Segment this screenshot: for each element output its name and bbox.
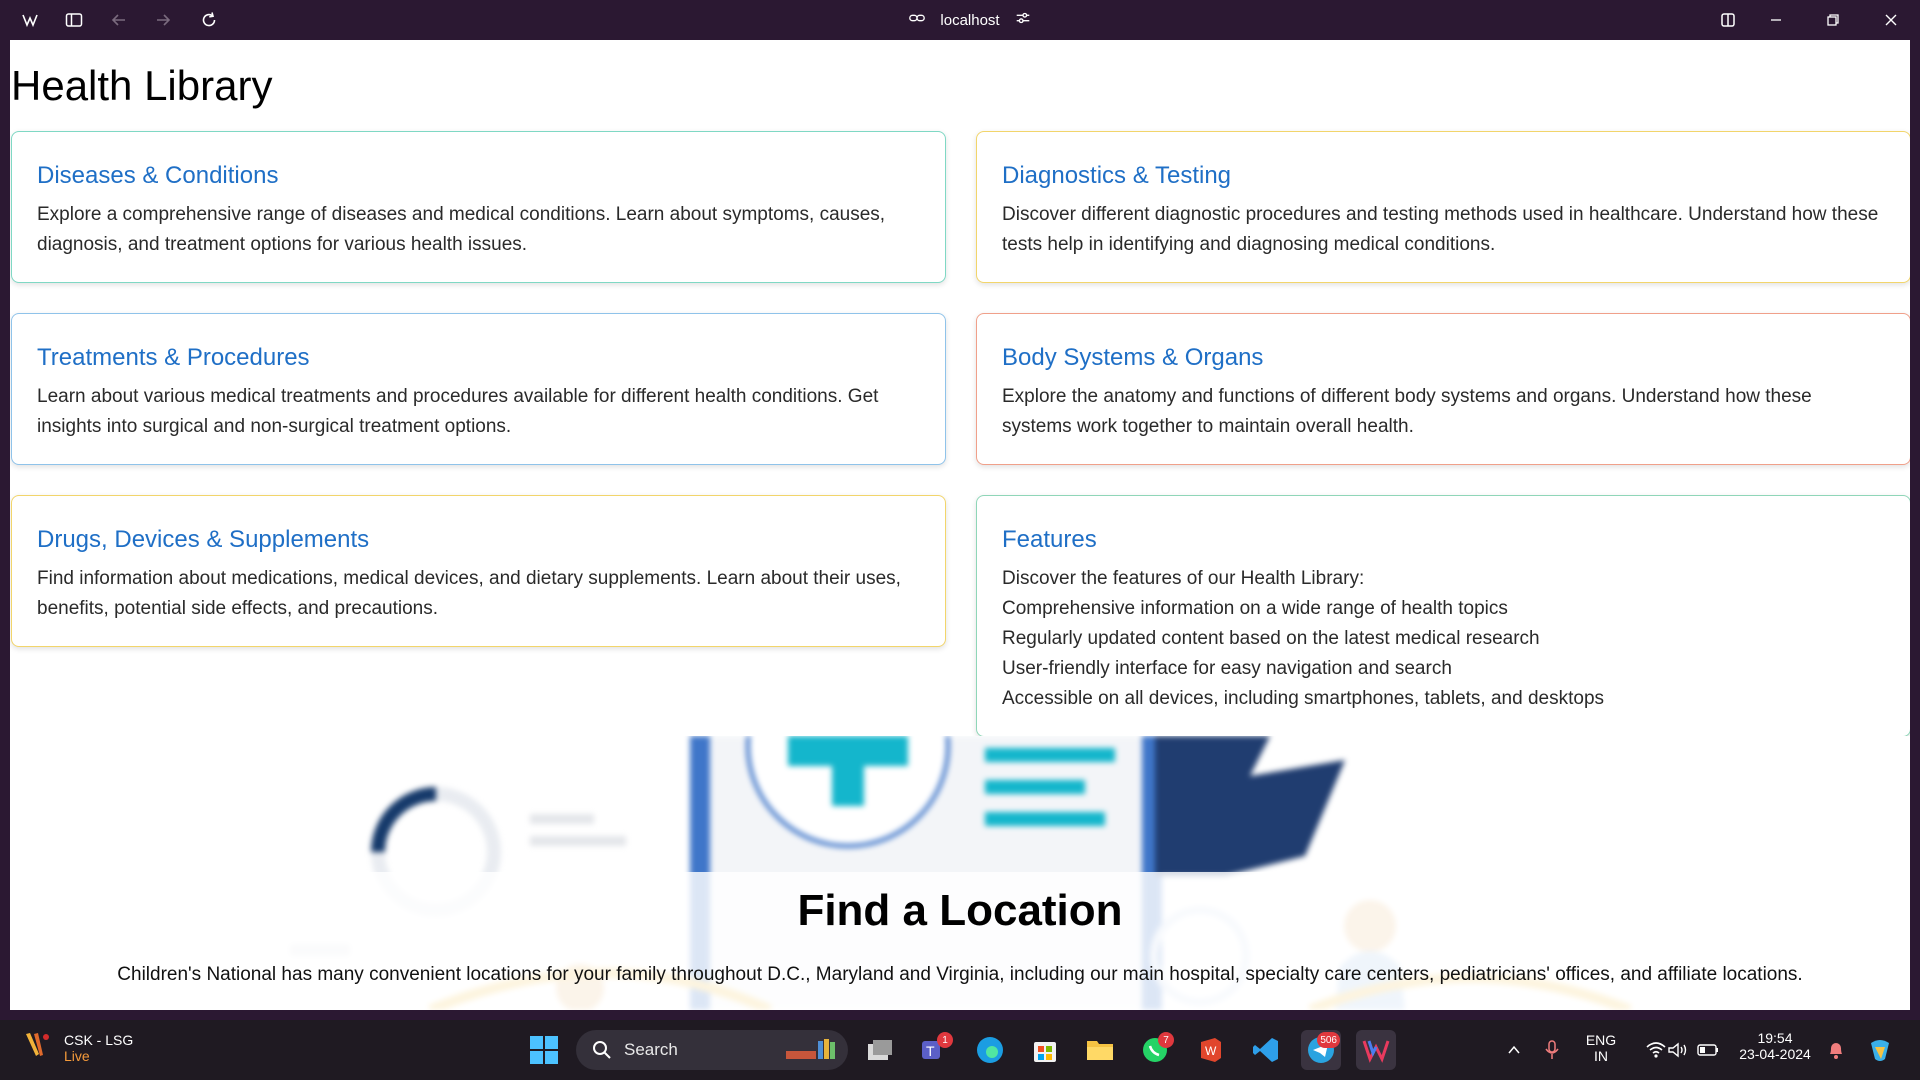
search-label: Search <box>624 1040 678 1059</box>
notification-bell-icon[interactable] <box>1816 1030 1856 1070</box>
card-text: Learn about various medical treatments a… <box>37 386 879 437</box>
restore-icon[interactable] <box>1821 8 1845 32</box>
feature-item: Regularly updated content based on the l… <box>1002 628 1540 649</box>
svg-text:T: T <box>926 1043 935 1059</box>
card-features[interactable]: Features Discover the features of our He… <box>976 495 1910 737</box>
card-diseases-conditions[interactable]: Diseases & Conditions Explore a comprehe… <box>11 131 946 283</box>
browser-toolbar: localhost <box>0 0 1920 40</box>
file-explorer-app[interactable] <box>1080 1030 1120 1070</box>
forward-icon[interactable] <box>151 8 175 32</box>
widget-title: CSK - LSG <box>64 1031 134 1048</box>
card-title[interactable]: Body Systems & Organs <box>1002 344 1885 372</box>
books-icon <box>786 1039 835 1059</box>
browser-app-icon <box>1362 1040 1390 1063</box>
taskbar: CSK - LSG Live Search T 1 7 W 506 ENG IN… <box>0 1020 1920 1080</box>
feature-item: User-friendly interface for easy navigat… <box>1002 658 1452 679</box>
microphone-icon[interactable] <box>1532 1030 1572 1070</box>
search-icon <box>593 1041 611 1059</box>
card-title[interactable]: Drugs, Devices & Supplements <box>37 526 920 554</box>
card-diagnostics-testing[interactable]: Diagnostics & Testing Discover different… <box>976 131 1910 283</box>
task-view-button[interactable] <box>860 1030 900 1070</box>
svg-text:W: W <box>1205 1044 1217 1058</box>
start-button[interactable] <box>524 1030 564 1070</box>
browser-logo-icon[interactable] <box>18 8 42 32</box>
battery-icon[interactable] <box>1688 1030 1728 1070</box>
minimize-icon[interactable] <box>1764 8 1788 32</box>
feature-item: Accessible on all devices, including sma… <box>1002 688 1605 709</box>
cricket-icon <box>22 1030 52 1065</box>
card-text: Explore a comprehensive range of disease… <box>37 204 886 255</box>
office-icon: W <box>1201 1038 1221 1062</box>
taskbar-search[interactable]: Search <box>576 1030 848 1070</box>
notification-badge: 1 <box>937 1032 953 1048</box>
windows-icon <box>530 1036 558 1064</box>
vscode-app[interactable] <box>1246 1030 1286 1070</box>
clock-time: 19:54 <box>1757 1030 1793 1046</box>
edge-icon <box>977 1037 1003 1063</box>
card-title[interactable]: Features <box>1002 526 1885 554</box>
region-code: IN <box>1594 1048 1608 1064</box>
copilot-icon[interactable] <box>1860 1030 1900 1070</box>
folder-icon <box>1087 1041 1113 1060</box>
whatsapp-app[interactable]: 7 <box>1135 1030 1175 1070</box>
card-title[interactable]: Treatments & Procedures <box>37 344 920 372</box>
edge-app[interactable] <box>970 1030 1010 1070</box>
card-body-systems-organs[interactable]: Body Systems & Organs Explore the anatom… <box>976 313 1910 465</box>
card-text: Explore the anatomy and functions of dif… <box>1002 386 1812 437</box>
widget-subtitle: Live <box>64 1047 90 1064</box>
sidebar-toggle-icon[interactable] <box>62 8 86 32</box>
clock-date: 23-04-2024 <box>1739 1046 1811 1062</box>
card-text: Discover different diagnostic procedures… <box>1002 204 1879 255</box>
widget-cricket-score[interactable]: CSK - LSG Live <box>22 1030 133 1065</box>
find-location-section: Find a Location Children's National has … <box>10 736 1910 1010</box>
address-bar[interactable]: localhost <box>880 6 1060 34</box>
store-icon <box>1034 1042 1056 1062</box>
features-list: Comprehensive information on a wide rang… <box>1002 594 1885 714</box>
site-settings-icon[interactable] <box>1014 9 1032 32</box>
find-location-text: Children's National has many convenient … <box>117 964 1803 985</box>
page-title: Health Library <box>11 62 273 109</box>
teams-app[interactable]: T 1 <box>914 1030 954 1070</box>
card-title[interactable]: Diseases & Conditions <box>37 162 920 190</box>
split-view-icon[interactable] <box>1716 8 1740 32</box>
feature-item: Comprehensive information on a wide rang… <box>1002 598 1508 619</box>
tray-overflow-icon[interactable] <box>1494 1030 1534 1070</box>
back-icon[interactable] <box>107 8 131 32</box>
browser-app[interactable] <box>1356 1030 1396 1070</box>
notification-badge: 506 <box>1317 1032 1340 1048</box>
store-app[interactable] <box>1025 1030 1065 1070</box>
vscode-icon <box>1253 1038 1278 1062</box>
task-view-icon <box>868 1040 892 1060</box>
find-location-title: Find a Location <box>797 886 1123 935</box>
telegram-app[interactable]: 506 <box>1301 1030 1341 1070</box>
link-icon <box>908 9 926 32</box>
card-drugs-devices-supplements[interactable]: Drugs, Devices & Supplements Find inform… <box>11 495 946 647</box>
office-app[interactable]: W <box>1191 1030 1231 1070</box>
notification-badge: 7 <box>1158 1032 1174 1048</box>
clock[interactable]: 19:54 23-04-2024 <box>1730 1030 1820 1062</box>
language-indicator[interactable]: ENG IN <box>1576 1032 1626 1064</box>
reload-icon[interactable] <box>197 8 221 32</box>
close-icon[interactable] <box>1879 8 1903 32</box>
url-text[interactable]: localhost <box>940 12 999 29</box>
card-text: Find information about medications, medi… <box>37 568 901 619</box>
page-viewport: Health Library Diseases & Conditions Exp… <box>10 40 1910 1010</box>
card-treatments-procedures[interactable]: Treatments & Procedures Learn about vari… <box>11 313 946 465</box>
features-intro: Discover the features of our Health Libr… <box>1002 568 1365 589</box>
card-title[interactable]: Diagnostics & Testing <box>1002 162 1885 190</box>
language-code: ENG <box>1585 1032 1617 1048</box>
